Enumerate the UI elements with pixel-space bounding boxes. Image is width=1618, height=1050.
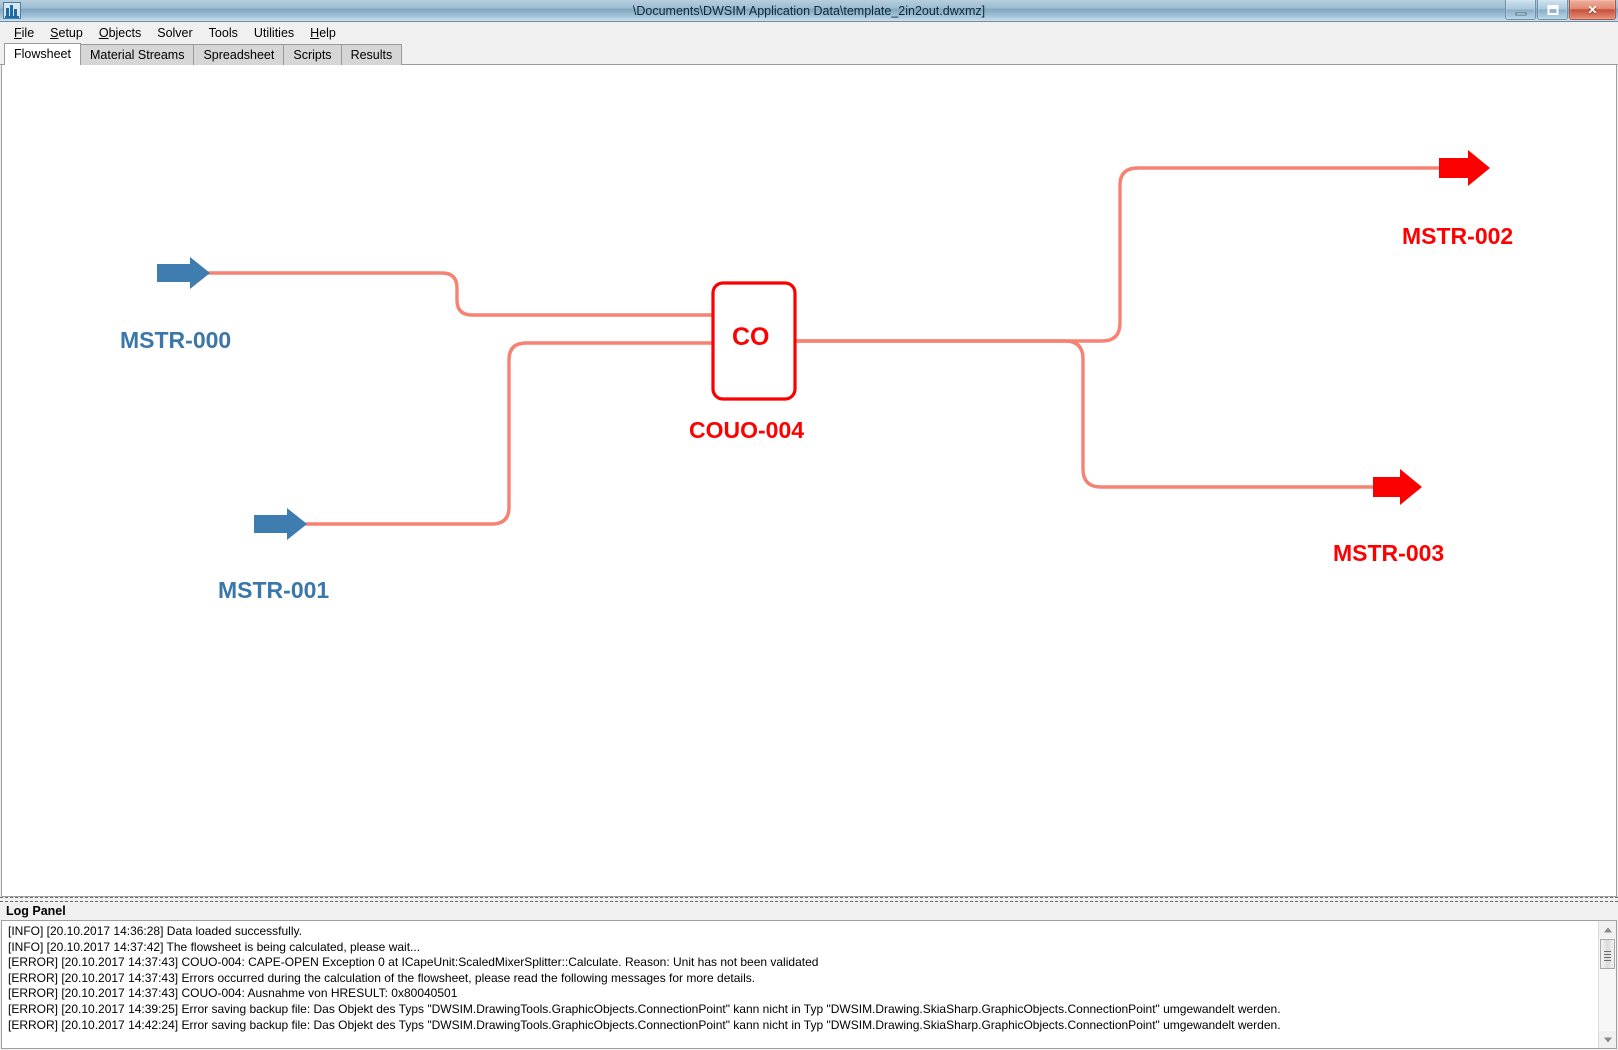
outlet-arrow-mstr-002 [1439,150,1490,186]
inlet-arrow-mstr-000 [157,257,210,289]
log-panel-body[interactable]: [INFO] [20.10.2017 14:36:28] Data loaded… [1,920,1617,1049]
menu-label-help: elp [319,25,336,40]
menu-item-file[interactable]: FFileile [6,24,42,42]
menu-item-utilities[interactable]: Utilities [246,24,302,42]
connector-mstr-001 [304,341,714,526]
dwsim-main-window: \Documents\DWSIM Application Data\templa… [0,0,1618,1050]
window-title: \Documents\DWSIM Application Data\templa… [632,3,986,18]
menu-label-setup: etup [58,25,83,40]
tab-scripts[interactable]: Scripts [283,44,342,65]
inlet-arrow-symbols [157,257,307,540]
log-line-list: [INFO] [20.10.2017 14:36:28] Data loaded… [2,921,1598,1048]
tab-material-streams[interactable]: Material Streams [79,44,195,65]
window-controls: ✕ [1505,0,1616,20]
inlet-arrow-mstr-001 [254,508,307,540]
menu-item-solver[interactable]: Solver [149,24,200,42]
log-line: [ERROR] [20.10.2017 14:42:24] Error savi… [8,1017,1281,1032]
flowsheet-graphics [157,150,1490,540]
log-line: [ERROR] [20.10.2017 14:37:43] Errors occ… [8,970,756,985]
unit-operation-label-couo-004[interactable]: COUO-004 [689,417,804,444]
stream-connector-lines [207,166,1444,526]
close-icon: ✕ [1587,2,1598,17]
menu-item-help[interactable]: Help [302,24,344,42]
log-panel-title: Log Panel [6,904,66,918]
menu-bar: FFileile Setup Objects Solver Tools Util… [0,22,1618,44]
log-line: [ERROR] [20.10.2017 14:37:43] COUO-004: … [8,955,819,970]
menu-label-tools: Tools [208,25,238,40]
tab-results[interactable]: Results [340,44,403,65]
dwsim-app-icon [3,2,21,19]
log-line: [ERROR] [20.10.2017 14:39:25] Error savi… [8,1001,1281,1016]
stream-label-mstr-001[interactable]: MSTR-001 [218,577,329,604]
menu-label-solver: Solver [157,25,193,40]
outlet-arrow-symbols [1373,150,1490,505]
menu-item-objects[interactable]: Objects [91,24,149,42]
scroll-up-arrow-icon[interactable] [1599,921,1616,938]
stream-label-mstr-003[interactable]: MSTR-003 [1333,540,1444,567]
menu-item-tools[interactable]: Tools [201,24,246,42]
close-button[interactable]: ✕ [1569,0,1616,20]
menu-item-setup[interactable]: Setup [42,24,91,42]
log-panel: Log Panel [INFO] [20.10.2017 14:36:28] D… [0,902,1618,1050]
menu-label-objects: bjects [108,25,142,40]
tab-spreadsheet[interactable]: Spreadsheet [193,44,285,65]
log-line: [ERROR] [20.10.2017 14:37:43] COUO-004: … [8,986,458,1001]
stream-label-mstr-000[interactable]: MSTR-000 [120,327,231,354]
log-line: [INFO] [20.10.2017 14:36:28] Data loaded… [8,924,302,938]
maximize-button[interactable] [1537,0,1568,20]
title-bar[interactable]: \Documents\DWSIM Application Data\templa… [0,0,1618,22]
outlet-arrow-mstr-003 [1373,469,1422,505]
scroll-down-arrow-icon[interactable] [1599,1031,1616,1048]
flowsheet-canvas[interactable]: CO MSTR-000 MSTR-001 MSTR-002 MSTR-003 C… [1,65,1617,897]
connector-mstr-003 [793,339,1379,489]
tab-flowsheet[interactable]: Flowsheet [4,43,81,65]
log-vertical-scrollbar[interactable] [1598,921,1616,1048]
unit-operation-symbol-text: CO [732,323,770,351]
connector-mstr-002 [793,166,1444,343]
menu-label-utilities: Utilities [253,25,295,40]
minimize-button[interactable] [1505,0,1536,20]
menu-label-file: ile [21,25,35,40]
stream-label-mstr-002[interactable]: MSTR-002 [1402,223,1513,250]
tab-strip: Flowsheet Material Streams Spreadsheet S… [0,43,1618,65]
log-line: [INFO] [20.10.2017 14:37:42] The flowshe… [8,939,421,954]
connector-mstr-000 [207,271,714,317]
scrollbar-thumb[interactable] [1600,939,1615,969]
